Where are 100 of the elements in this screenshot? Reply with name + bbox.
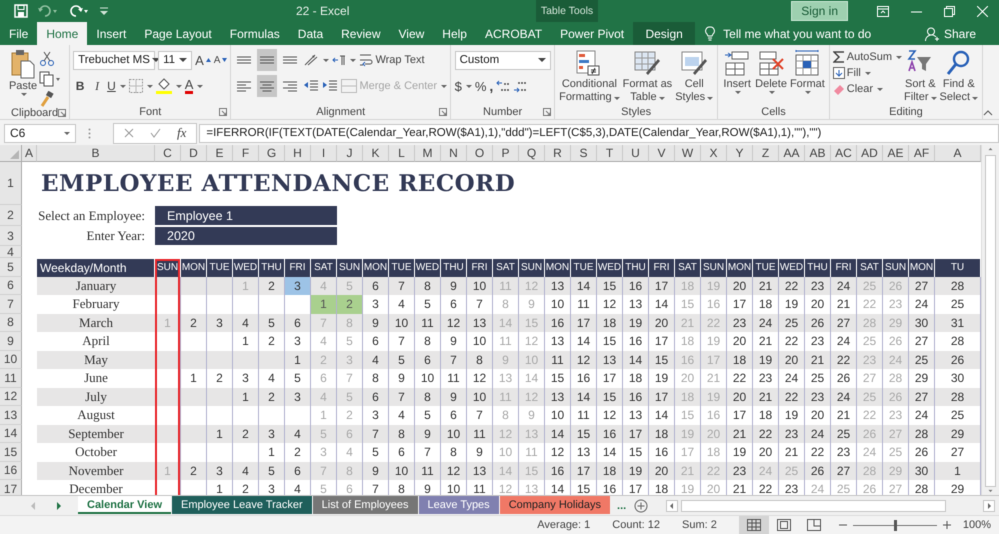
row-header[interactable]: 17: [0, 480, 22, 495]
ribbon-tab[interactable]: Design: [633, 22, 696, 45]
column-header[interactable]: D: [181, 145, 207, 162]
row-header[interactable]: 14: [0, 424, 22, 443]
column-header[interactable]: W: [675, 145, 701, 162]
ribbon-tab[interactable]: Review: [332, 22, 390, 45]
normal-view-icon[interactable]: [746, 519, 761, 531]
style-conditional-button[interactable]: Conditional Formatting: [558, 49, 621, 103]
style-table-button[interactable]: Format as Table: [622, 49, 674, 103]
column-header[interactable]: R: [545, 145, 571, 162]
year-field[interactable]: 2020: [155, 227, 337, 245]
orientation-button[interactable]: [303, 53, 330, 67]
row-header[interactable]: 11: [0, 369, 22, 388]
redo-icon[interactable]: [68, 4, 90, 18]
column-header[interactable]: AF: [909, 145, 935, 162]
dialog-launcher-icon[interactable]: [543, 108, 552, 116]
decrease-indent-button[interactable]: [303, 79, 320, 93]
undo-icon[interactable]: [37, 4, 59, 18]
style-cell-button[interactable]: Cell Styles: [674, 49, 714, 103]
share-button[interactable]: Share: [916, 22, 985, 45]
employee-field[interactable]: Employee 1: [155, 206, 337, 225]
sheet-tab[interactable]: Calendar View: [78, 496, 171, 514]
ribbon-tab[interactable]: Insert: [87, 22, 136, 45]
paste-button[interactable]: Paste: [8, 49, 38, 96]
column-header[interactable]: Z: [753, 145, 779, 162]
font-color-button[interactable]: A: [184, 78, 204, 94]
fill-button[interactable]: Fill: [832, 67, 871, 79]
column-header[interactable]: Q: [519, 145, 545, 162]
sheet-tab[interactable]: Company Holidays: [500, 496, 610, 514]
cancel-icon[interactable]: [124, 128, 134, 138]
next-sheet-icon[interactable]: [56, 502, 62, 510]
scrollbar-thumb[interactable]: [681, 500, 946, 512]
borders-button[interactable]: [128, 79, 153, 93]
page-break-view-icon[interactable]: [806, 519, 821, 531]
ribbon-tab[interactable]: Page Layout: [135, 22, 221, 45]
row-header[interactable]: 10: [0, 350, 22, 369]
more-sheets-button[interactable]: ...: [611, 496, 632, 515]
delete-cells-button[interactable]: Delete: [754, 49, 788, 94]
dialog-launcher-icon[interactable]: [219, 108, 228, 116]
enter-icon[interactable]: [150, 128, 161, 138]
find-button[interactable]: Find & Select: [938, 49, 980, 103]
fill-color-button[interactable]: [156, 78, 182, 94]
paintbrush-icon[interactable]: [39, 91, 56, 107]
column-header[interactable]: AE: [883, 145, 909, 162]
zoom-level[interactable]: 100%: [962, 519, 991, 531]
scroll-left-icon[interactable]: [666, 500, 678, 512]
column-header[interactable]: H: [285, 145, 311, 162]
scrollbar-thumb[interactable]: [985, 155, 996, 487]
font-size-dropdown[interactable]: 11: [158, 50, 192, 70]
row-header[interactable]: 3: [0, 226, 22, 246]
column-header[interactable]: A: [935, 145, 981, 162]
row-header[interactable]: 2: [0, 205, 22, 226]
wrap-text-button[interactable]: Wrap Text: [359, 52, 425, 68]
column-header[interactable]: X: [701, 145, 727, 162]
column-header[interactable]: P: [493, 145, 519, 162]
column-header[interactable]: S: [571, 145, 597, 162]
scissors-icon[interactable]: [39, 51, 56, 67]
ribbon-tab[interactable]: View: [390, 22, 434, 45]
clear-button[interactable]: Clear: [832, 83, 884, 95]
percent-button[interactable]: %: [474, 78, 486, 94]
column-header[interactable]: T: [597, 145, 623, 162]
column-header[interactable]: M: [415, 145, 441, 162]
column-header[interactable]: F: [233, 145, 259, 162]
row-header[interactable]: 1: [0, 162, 22, 205]
column-header[interactable]: E: [207, 145, 233, 162]
column-header[interactable]: U: [623, 145, 649, 162]
zoom-slider-thumb[interactable]: [894, 520, 897, 530]
ribbon-tab[interactable]: Power Pivot: [551, 22, 634, 45]
name-box[interactable]: C6: [4, 124, 76, 142]
formula-field[interactable]: =IFERROR(IF(TEXT(DATE(Calendar_Year,ROW($A1),1),"ddd")=LEFT(C$5,3),DATE(Calendar_Year,ROW($A1),1),""),""): [199, 124, 999, 142]
ribbon-tab[interactable]: File: [0, 22, 38, 45]
column-header[interactable]: AA: [779, 145, 805, 162]
underline-button[interactable]: U: [107, 79, 126, 93]
restore-icon[interactable]: [944, 6, 955, 16]
customize-caret-icon[interactable]: [99, 6, 109, 16]
sheet-tab[interactable]: List of Employees: [312, 496, 418, 514]
collapse-ribbon-icon[interactable]: [983, 110, 994, 116]
shrink-font-button[interactable]: A: [214, 54, 228, 66]
column-header[interactable]: L: [389, 145, 415, 162]
column-header[interactable]: A: [22, 145, 37, 162]
sort-button[interactable]: Sort & Filter: [903, 49, 938, 103]
scroll-right-icon[interactable]: [983, 500, 995, 512]
add-sheet-icon[interactable]: [634, 498, 648, 512]
insert-function-button[interactable]: fx: [177, 125, 186, 141]
sheet-tab[interactable]: Employee Leave Tracker: [172, 496, 312, 514]
column-header[interactable]: K: [363, 145, 389, 162]
row-header[interactable]: 6: [0, 276, 22, 295]
column-header[interactable]: N: [441, 145, 467, 162]
tell-me-search[interactable]: Tell me what you want to do: [723, 26, 872, 40]
align-middle-button[interactable]: [257, 49, 278, 71]
row-header[interactable]: 7: [0, 295, 22, 314]
text-direction-button[interactable]: [332, 54, 356, 66]
copy-icon[interactable]: [39, 71, 62, 87]
column-header[interactable]: C: [155, 145, 181, 162]
column-header[interactable]: B: [37, 145, 155, 162]
insert-cells-button[interactable]: Insert: [721, 49, 754, 94]
column-header[interactable]: I: [311, 145, 337, 162]
column-header[interactable]: O: [467, 145, 493, 162]
column-header[interactable]: Y: [727, 145, 753, 162]
row-header[interactable]: 9: [0, 332, 22, 350]
